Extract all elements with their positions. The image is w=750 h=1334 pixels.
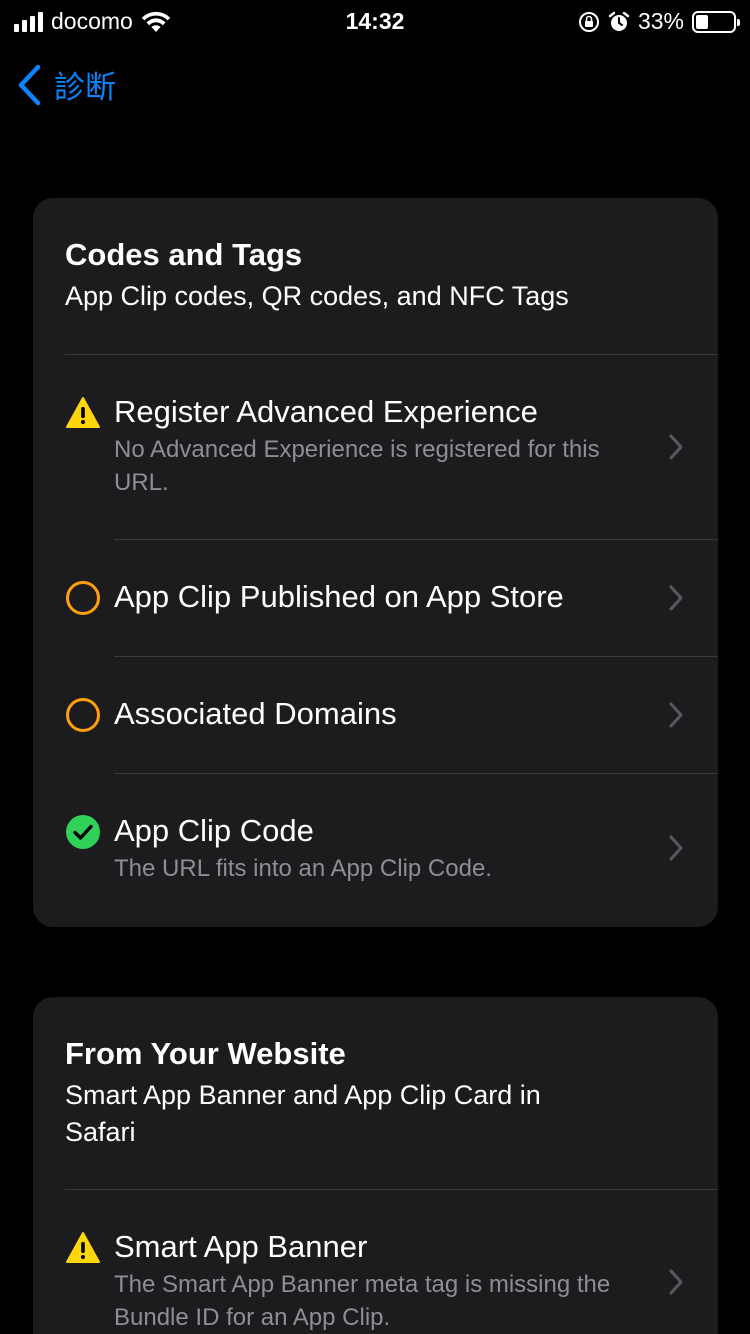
list-item-associated-domains[interactable]: Associated Domains (33, 657, 718, 773)
warning-triangle-icon (66, 397, 100, 428)
list-item-app-clip-code[interactable]: App Clip Code The URL fits into an App C… (33, 774, 718, 927)
chevron-right-icon (669, 1269, 683, 1295)
section-title: From Your Website (65, 1036, 346, 1071)
battery-icon (692, 10, 740, 33)
list-item-register-advanced-experience[interactable]: Register Advanced Experience No Advanced… (33, 355, 718, 539)
section-subtitle: Smart App Banner and App Clip Card in Sa… (65, 1080, 541, 1147)
chevron-right-icon (669, 702, 683, 728)
list-item-title: App Clip Code (114, 813, 314, 848)
back-button[interactable]: 診断 (16, 62, 116, 107)
list-item-title: Associated Domains (114, 696, 397, 731)
orientation-lock-icon (578, 11, 599, 32)
chevron-right-icon (669, 434, 683, 460)
chevron-right-icon (669, 835, 683, 861)
warning-triangle-icon (66, 1232, 100, 1263)
back-button-label: 診断 (54, 70, 116, 105)
chevron-left-icon (18, 64, 41, 105)
codes-and-tags-section: Codes and Tags App Clip codes, QR codes,… (33, 198, 718, 927)
empty-circle-icon (66, 698, 100, 732)
status-bar: docomo 14:32 33% (0, 0, 750, 40)
checkmark-circle-icon (66, 815, 100, 849)
list-item-title: Register Advanced Experience (114, 394, 538, 429)
list-item-app-clip-published[interactable]: App Clip Published on App Store (33, 540, 718, 656)
chevron-right-icon (669, 585, 683, 611)
list-item-title: Smart App Banner (114, 1229, 368, 1264)
list-item-title: App Clip Published on App Store (114, 579, 564, 614)
alarm-icon (608, 11, 630, 31)
empty-circle-icon (66, 581, 100, 615)
from-your-website-section: From Your Website Smart App Banner and A… (33, 997, 718, 1334)
section-title: Codes and Tags (65, 237, 303, 272)
list-item-smart-app-banner[interactable]: Smart App Banner The Smart App Banner me… (33, 1190, 718, 1334)
list-item-description: The Smart App Banner meta tag is missing… (114, 1271, 611, 1331)
list-item-description: No Advanced Experience is registered for… (114, 436, 600, 496)
list-item-description: The URL fits into an App Clip Code. (114, 855, 492, 882)
battery-percentage: 33% (637, 8, 684, 34)
section-subtitle: App Clip codes, QR codes, and NFC Tags (65, 281, 569, 311)
